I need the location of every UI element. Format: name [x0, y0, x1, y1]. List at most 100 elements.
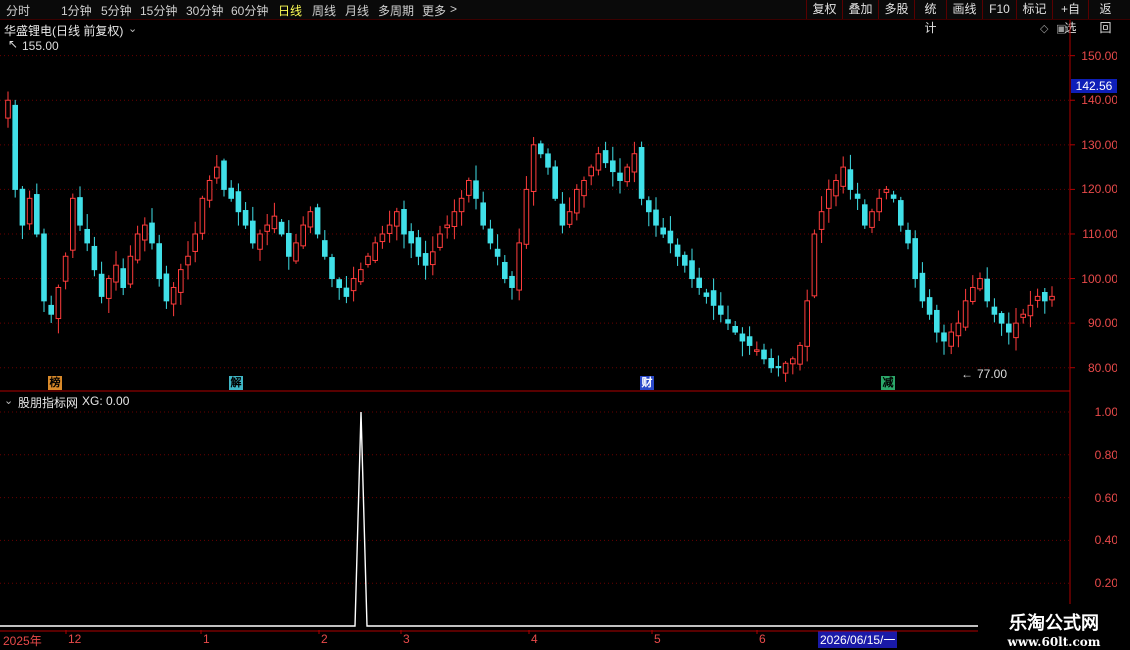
candle-up [566, 211, 573, 225]
restore-rights-button[interactable]: 复权 [806, 0, 842, 19]
candle-down [718, 305, 724, 315]
candle-down [19, 188, 26, 226]
candle-down [545, 153, 551, 168]
candle-down [156, 243, 162, 280]
candle-down [286, 232, 292, 257]
indicator-tick-label: 1.00 [1094, 405, 1118, 419]
candle-down [120, 268, 127, 288]
f10-button[interactable]: F10 [982, 0, 1016, 19]
candle-down [746, 336, 753, 346]
candle-up [214, 166, 220, 179]
candle-down [48, 304, 55, 315]
back-button[interactable]: 返回 [1088, 0, 1122, 35]
event-marker-reduce[interactable]: 减 [881, 376, 895, 390]
chevron-down-icon[interactable]: ⌄ [128, 22, 137, 35]
candle-up [826, 188, 832, 209]
candle-down [732, 326, 739, 333]
window-toggle-icon[interactable]: ▣ [1056, 22, 1066, 35]
candle-down [689, 260, 695, 280]
candle-up [876, 197, 883, 213]
candle-down [480, 202, 486, 226]
candle-up [106, 278, 112, 299]
candle-up [977, 278, 983, 290]
period-tab-multi[interactable]: 多周期 [378, 2, 414, 19]
candle-up [790, 358, 796, 365]
add-watchlist-button[interactable]: +自选 [1052, 0, 1088, 35]
candle-down [898, 200, 904, 226]
date-label: 6 [759, 632, 766, 646]
price-tick-label: 140.00 [1081, 93, 1118, 108]
event-marker-unlock[interactable]: 解 [229, 376, 243, 390]
side-panel-strip [1117, 20, 1130, 630]
period-tab-fenshi[interactable]: 分时 [6, 2, 30, 19]
candle-down [77, 197, 83, 226]
candle-up [516, 242, 523, 291]
candle-down [667, 230, 674, 244]
candle-down [1042, 291, 1048, 302]
date-label: 5 [654, 632, 661, 646]
event-marker-rank[interactable]: 榜 [48, 376, 62, 390]
draw-line-button[interactable]: 画线 [946, 0, 982, 19]
chevron-down-icon[interactable]: ⌄ [4, 394, 13, 407]
period-tab-monthly[interactable]: 月线 [345, 2, 369, 19]
candle-up [293, 242, 299, 262]
candle-down [912, 238, 919, 280]
candle-up [523, 188, 530, 245]
candle-down [12, 104, 18, 190]
candle-down [674, 244, 681, 257]
candle-up [588, 166, 595, 177]
candle-down [415, 237, 422, 257]
period-tab-more[interactable]: 更多 [422, 2, 446, 19]
candle-down [91, 245, 98, 271]
diamond-icon[interactable]: ◇ [1040, 22, 1048, 35]
candle-down [552, 166, 559, 199]
candle-up [624, 166, 631, 183]
current-price-badge: 142.56 [1071, 79, 1117, 93]
candle-down [653, 209, 659, 226]
candle-up [178, 269, 184, 293]
statistics-button[interactable]: 统计 [914, 0, 946, 35]
candle-down [221, 160, 227, 190]
overlay-button[interactable]: 叠加 [842, 0, 878, 19]
period-tab-30min[interactable]: 30分钟 [186, 2, 223, 19]
price-tick-label: 120.00 [1081, 182, 1118, 197]
date-axis-ticks [0, 630, 978, 634]
candle-up [451, 211, 458, 228]
event-marker-finance[interactable]: 财 [640, 376, 654, 390]
candle-up [1034, 295, 1041, 301]
period-tab-5min[interactable]: 5分钟 [101, 2, 132, 19]
candle-up [307, 211, 314, 228]
candle-up [264, 224, 270, 232]
date-label: 3 [403, 632, 410, 646]
indicator-grid [0, 411, 1070, 584]
candle-up [134, 233, 141, 261]
candle-down [890, 194, 897, 199]
multi-stock-button[interactable]: 多股 [878, 0, 914, 19]
mark-button[interactable]: 标记 [1016, 0, 1052, 19]
period-tab-15min[interactable]: 15分钟 [140, 2, 177, 19]
candle-down [998, 313, 1005, 324]
date-label: 4 [531, 632, 538, 646]
candle-down [919, 272, 926, 302]
candle-up [192, 233, 198, 252]
indicator-chart[interactable] [0, 392, 1130, 630]
candle-down [703, 292, 710, 297]
candle-up [782, 362, 789, 374]
candle-down [725, 319, 731, 324]
watermark-title: 乐淘公式网 [1009, 613, 1099, 634]
candle-up [955, 322, 962, 337]
period-tab-weekly[interactable]: 周线 [312, 2, 336, 19]
candle-down [682, 254, 688, 266]
chevron-right-icon[interactable]: > [450, 2, 457, 16]
candle-up [271, 215, 278, 230]
period-tab-1min[interactable]: 1分钟 [61, 2, 92, 19]
candle-down [696, 277, 703, 288]
candle-up [199, 197, 206, 234]
period-tab-60min[interactable]: 60分钟 [231, 2, 268, 19]
period-tab-daily[interactable]: 日线 [278, 2, 302, 19]
price-tick-label: 150.00 [1081, 48, 1118, 63]
candle-up [970, 286, 976, 302]
candle-down [314, 207, 321, 235]
candle-down [991, 306, 998, 315]
candlestick-chart[interactable] [0, 20, 1130, 392]
